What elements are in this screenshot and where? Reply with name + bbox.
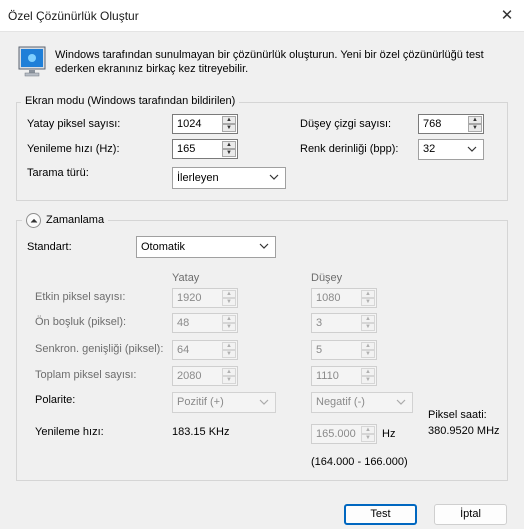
spin-down-icon[interactable]: ▼ [222,124,236,132]
standard-select[interactable]: Otomatik [136,236,276,258]
spin-down-icon: ▼ [361,376,375,384]
collapse-button[interactable] [26,213,41,228]
spin-up-icon[interactable]: ▲ [222,116,236,124]
spin-down-icon: ▼ [222,323,236,331]
title-bar: Özel Çözünürlük Oluştur ✕ [0,0,524,32]
h-pixels-label: Yatay piksel sayısı: [27,118,121,130]
cancel-button[interactable]: İptal [434,504,507,525]
spin-down-icon: ▼ [222,350,236,358]
spin-up-icon: ▲ [361,426,375,434]
spin-up-icon: ▲ [222,342,236,350]
front-porch-h-spinner: 48 ▲ ▼ [172,313,238,333]
spin-down-icon: ▼ [361,434,375,442]
standard-label: Standart: [27,241,72,253]
polarity-h-value: Pozitif (+) [177,396,224,408]
scan-type-select[interactable]: İlerleyen [172,167,286,189]
timing-title: Zamanlama [46,214,105,226]
row-label: Senkron. genişliği (piksel): [35,343,164,355]
polarity-v-value: Negatif (-) [316,396,365,408]
timing-refresh-label: Yenileme hızı: [35,426,104,438]
front-porch-v-spinner: 3 ▲ ▼ [311,313,377,333]
spin-up-icon: ▲ [361,342,375,350]
sync-width-v-spinner: 5 ▲ ▼ [311,340,377,360]
row-v-value: 1080 [316,292,341,304]
scan-type-value: İlerleyen [177,172,219,184]
timing-header: Zamanlama [22,211,108,229]
color-depth-label: Renk derinliği (bpp): [300,143,399,155]
window-title: Özel Çözünürlük Oluştur [8,9,139,23]
spin-down-icon: ▼ [361,323,375,331]
row-h-value: 2080 [177,370,202,382]
active-pixels-v-spinner: 1080 ▲ ▼ [311,288,377,308]
color-depth-value: 32 [423,143,436,155]
row-h-value: 64 [177,344,190,356]
v-lines-value: 768 [423,118,442,130]
refresh-range: (164.000 - 166.000) [311,456,408,468]
spin-down-icon: ▼ [361,298,375,306]
v-lines-label: Düşey çizgi sayısı: [300,118,392,130]
spin-up-icon[interactable]: ▲ [222,141,236,149]
refresh-value: 165 [177,143,196,155]
h-pixels-value: 1024 [177,118,202,130]
spin-down-icon[interactable]: ▼ [468,124,482,132]
polarity-v-select: Negatif (-) [311,392,413,413]
test-button[interactable]: Test [344,504,417,525]
display-mode-title: Ekran modu (Windows tarafından bildirile… [21,95,240,107]
row-label: Ön boşluk (piksel): [35,316,127,328]
standard-value: Otomatik [141,241,186,253]
polarity-h-select: Pozitif (+) [172,392,276,413]
intro-text: Windows tarafından sunulmayan bir çözünü… [55,49,484,75]
monitor-icon [18,46,46,77]
total-pixels-h-spinner: 2080 ▲ ▼ [172,366,238,386]
spin-down-icon: ▼ [222,298,236,306]
spin-up-icon[interactable]: ▲ [468,116,482,124]
horizontal-refresh-value: 183.15 KHz [172,426,230,438]
pixel-clock-label: Piksel saati: [428,409,487,421]
chevron-up-icon [30,218,38,223]
polarity-label: Polarite: [35,394,76,406]
horizontal-column-header: Yatay [172,272,200,284]
row-h-value: 1920 [177,292,202,304]
h-pixels-spinner[interactable]: 1024 ▲ ▼ [172,114,238,134]
v-lines-spinner[interactable]: 768 ▲ ▼ [418,114,484,134]
sync-width-h-spinner: 64 ▲ ▼ [172,340,238,360]
refresh-label: Yenileme hızı (Hz): [27,143,120,155]
vertical-column-header: Düşey [311,272,343,284]
chevron-down-icon [259,399,269,405]
spin-up-icon: ▲ [361,368,375,376]
refresh-spinner[interactable]: 165 ▲ ▼ [172,139,238,159]
row-h-value: 48 [177,317,190,329]
spin-down-icon[interactable]: ▼ [222,149,236,157]
spin-down-icon: ▼ [361,350,375,358]
row-label: Etkin piksel sayısı: [35,291,126,303]
spin-up-icon: ▲ [222,368,236,376]
row-label: Toplam piksel sayısı: [35,369,137,381]
spin-up-icon: ▲ [361,290,375,298]
pixel-clock-value: 380.9520 MHz [428,425,500,437]
row-v-value: 5 [316,344,323,356]
chevron-down-icon [269,174,279,180]
active-pixels-h-spinner: 1920 ▲ ▼ [172,288,238,308]
chevron-down-icon [467,146,477,152]
color-depth-select[interactable]: 32 [418,139,484,160]
row-v-value: 3 [316,317,323,329]
spin-down-icon: ▼ [222,376,236,384]
vertical-refresh-value: 165.000 [316,428,356,440]
chevron-down-icon [259,243,269,249]
spin-up-icon: ▲ [361,315,375,323]
total-pixels-v-spinner: 1110 ▲ ▼ [311,366,377,386]
row-v-value: 1110 [316,370,339,382]
spin-up-icon: ▲ [222,290,236,298]
spin-up-icon: ▲ [222,315,236,323]
close-icon[interactable]: ✕ [496,6,518,26]
chevron-down-icon [396,399,406,405]
scan-type-label: Tarama türü: [27,167,89,179]
refresh-unit: Hz [382,428,396,440]
vertical-refresh-spinner: 165.000 ▲ ▼ [311,424,377,444]
